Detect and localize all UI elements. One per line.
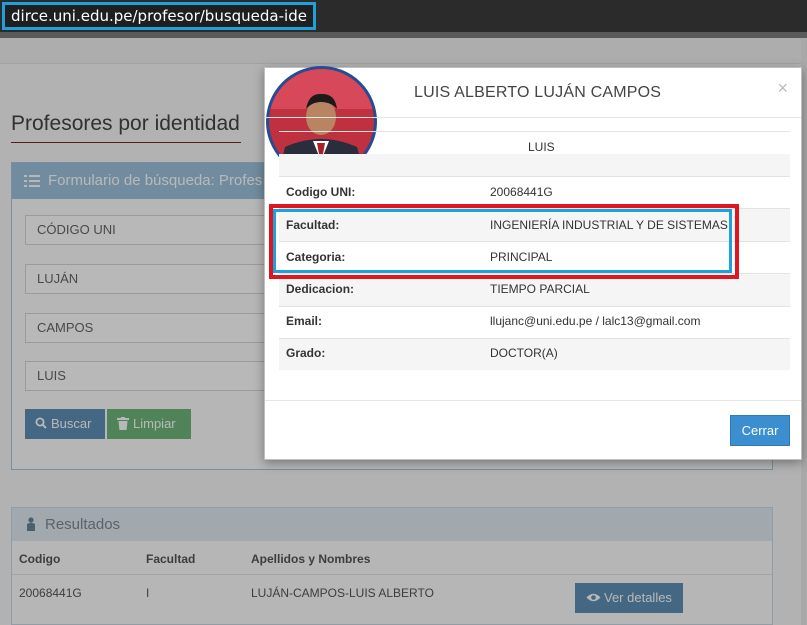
dedicacion-label: Dedicacion: [286, 282, 355, 296]
modal-title: LUIS ALBERTO LUJÁN CAMPOS [414, 84, 662, 101]
modal-footer-divider [265, 400, 801, 401]
nombre-value: LUIS [528, 140, 555, 154]
row-divider [279, 306, 790, 307]
close-icon[interactable]: × [777, 79, 788, 97]
codigo-uni-label: Codigo UNI: [286, 185, 356, 199]
row-divider [279, 131, 790, 132]
browser-url-bar: dirce.uni.edu.pe/profesor/busqueda-ide [0, 0, 807, 32]
cerrar-button[interactable]: Cerrar [730, 415, 790, 446]
profesor-detail-modal: LUIS ALBERTO LUJÁN CAMPOS × LUIS Codigo … [264, 66, 802, 460]
blue-highlight-box [273, 209, 732, 273]
email-value: llujanc@uni.edu.pe / lalc13@gmail.com [490, 314, 701, 328]
row-divider [279, 176, 790, 177]
url-text[interactable]: dirce.uni.edu.pe/profesor/busqueda-ide [2, 2, 316, 30]
email-label: Email: [286, 314, 323, 328]
modal-header-divider [265, 117, 801, 118]
row-shade [279, 154, 790, 176]
grado-value: DOCTOR(A) [490, 346, 558, 360]
grado-label: Grado: [286, 346, 326, 360]
dedicacion-value: TIEMPO PARCIAL [490, 282, 590, 296]
codigo-uni-value: 20068441G [490, 185, 553, 199]
